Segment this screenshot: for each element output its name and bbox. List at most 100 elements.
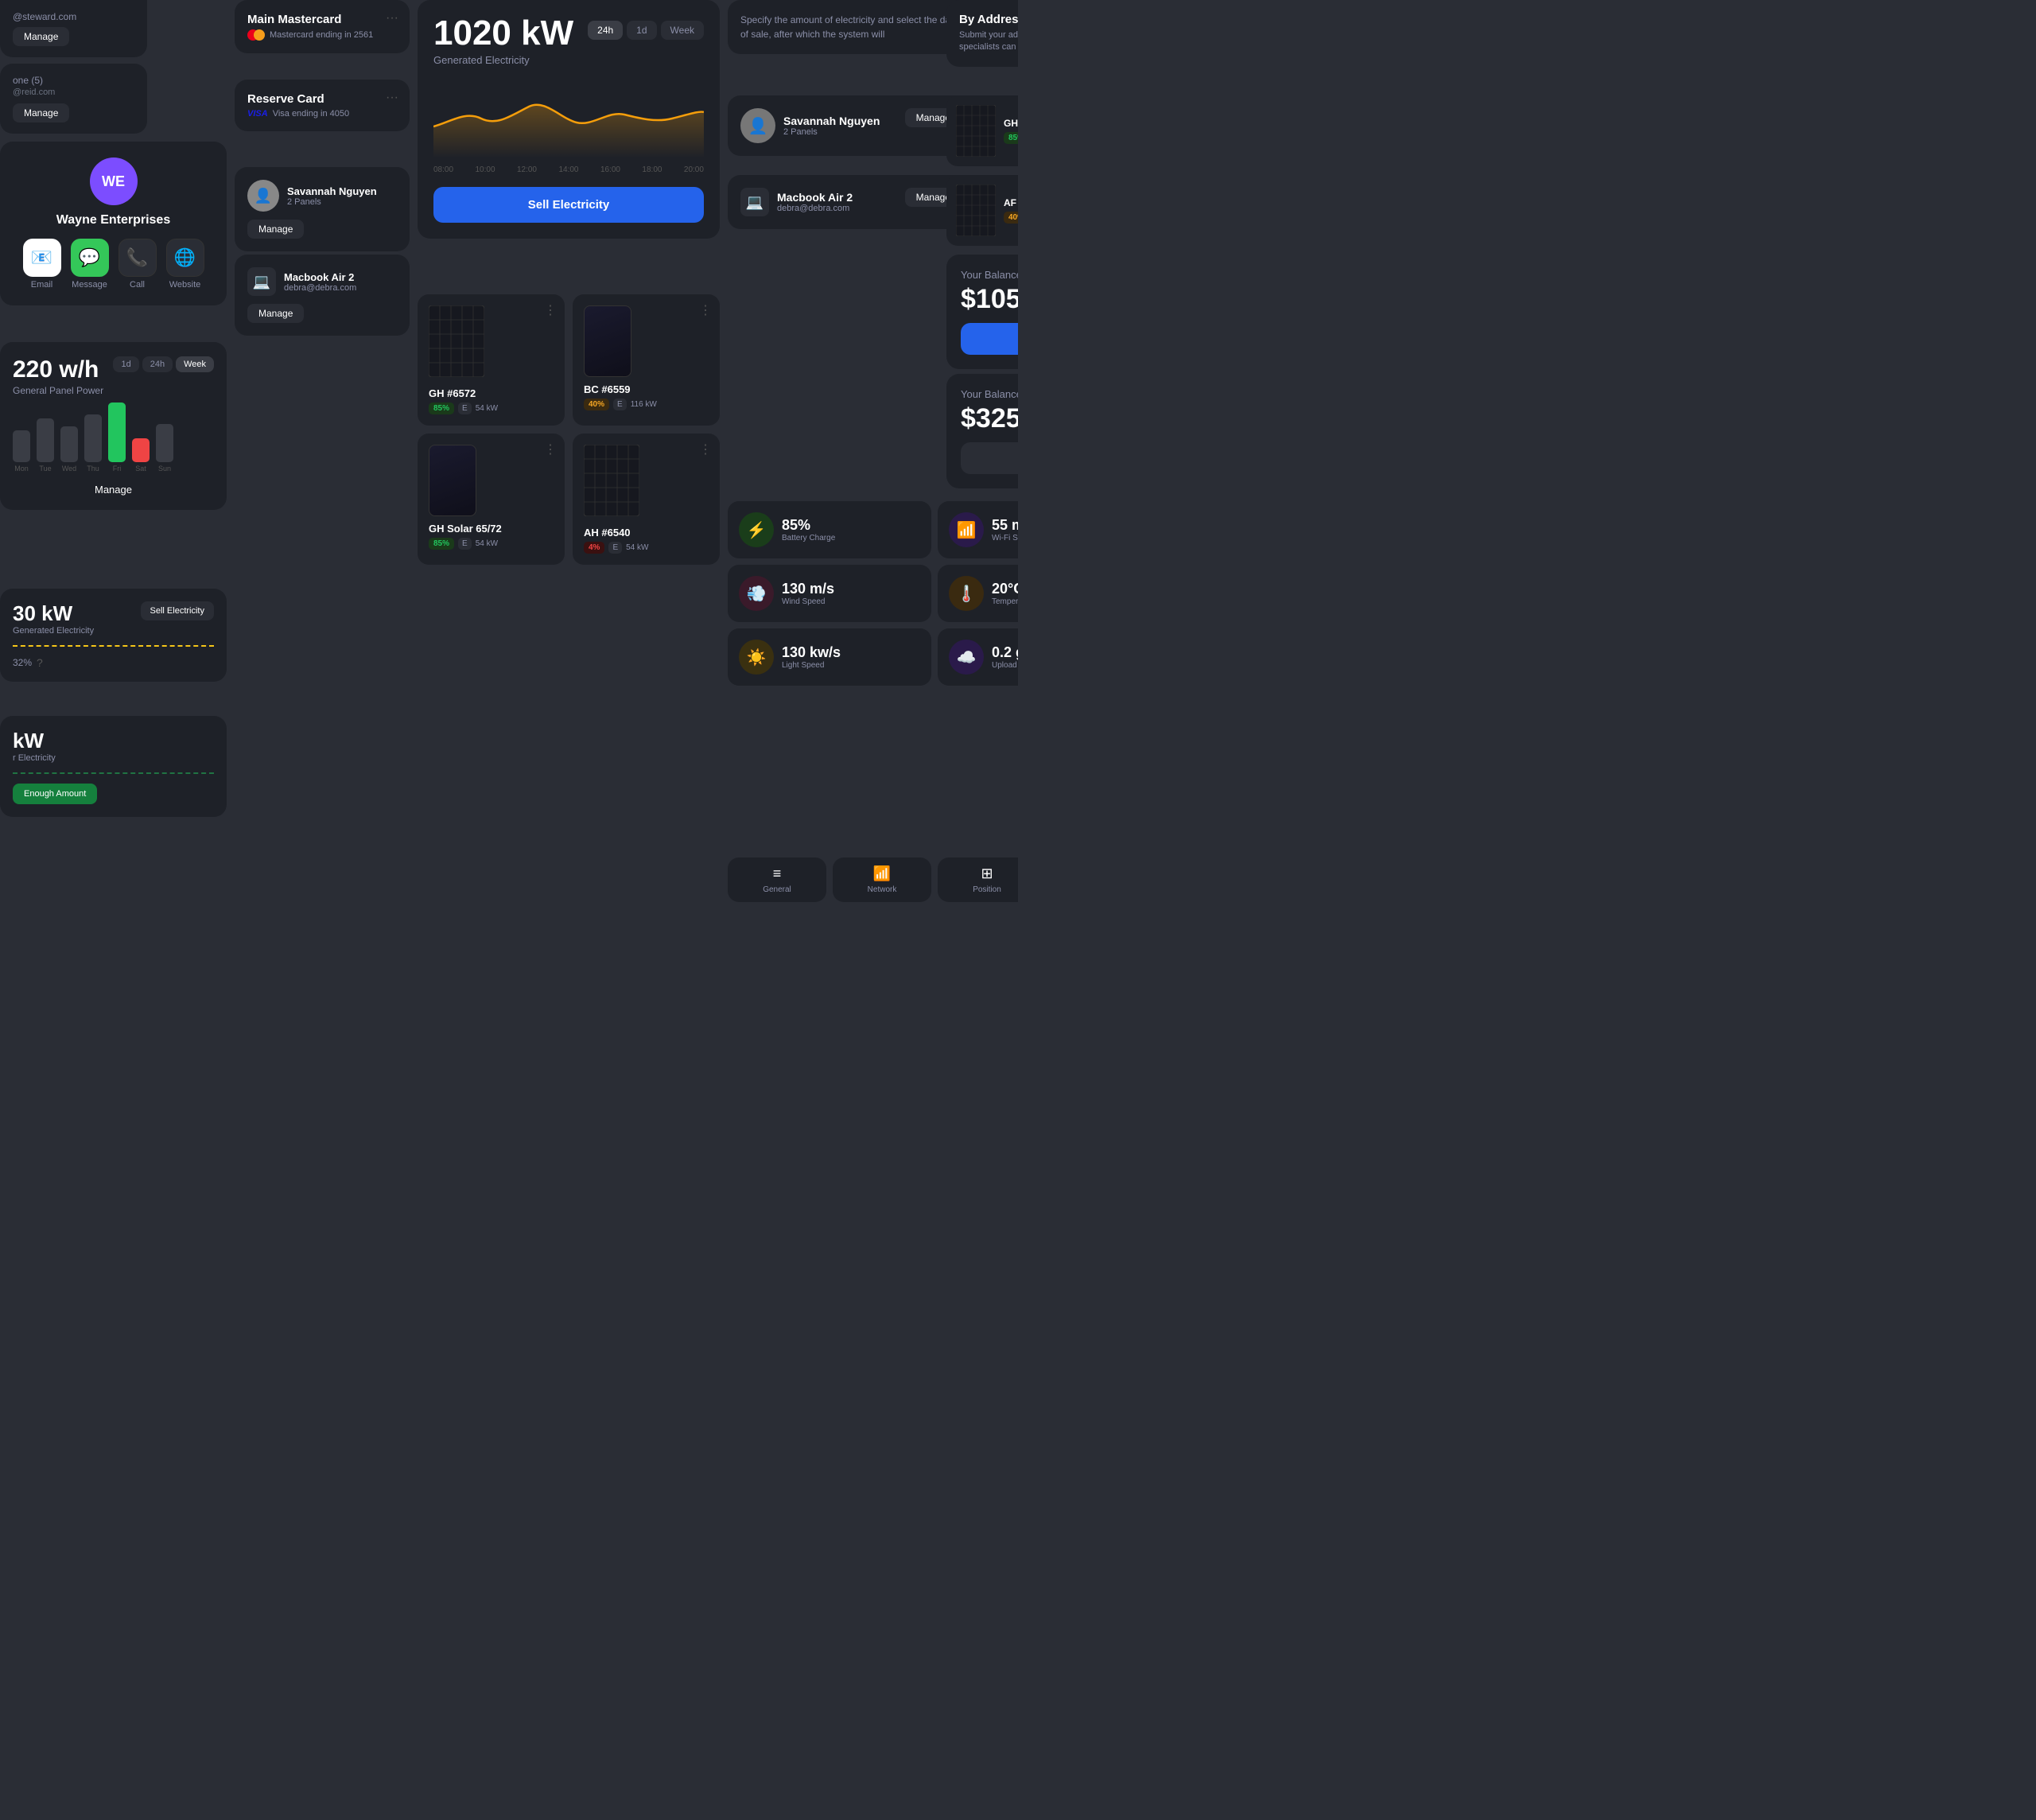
stat-wind: 💨 130 m/s Wind Speed (728, 565, 931, 622)
stat-upload: ☁️ 0.2 gb/m Upload Data (938, 628, 1018, 686)
gh6572-name: GH #6572 (429, 387, 554, 399)
tab-week[interactable]: Week (176, 356, 214, 372)
bal2-value: $325.50 (961, 403, 1018, 434)
elec-tab-week[interactable]: Week (661, 21, 704, 40)
manage-btn-1[interactable]: Manage (13, 27, 69, 46)
sell-btn-1[interactable]: Sell Electricity (141, 601, 214, 620)
ba-title: By Address (959, 13, 1018, 26)
time-20: 20:00 (684, 165, 704, 174)
sp-label-2: r Electricity (13, 753, 214, 763)
time-16: 16:00 (600, 165, 620, 174)
by-address-card: By Address Submit your address to the ci… (946, 0, 1018, 67)
af6570-img (956, 185, 996, 236)
withdraw-btn-2[interactable]: Withdraw (961, 442, 1018, 474)
nav-position-icon: ⊞ (981, 865, 993, 882)
withdraw-btn-1[interactable]: Withdraw (961, 323, 1018, 355)
power-card: 220 w/h General Panel Power 1d 24h Week … (0, 342, 227, 510)
nav-position[interactable]: ⊞ Position (938, 858, 1018, 902)
panel-ah6540: ⋮ AH #6540 4% E 54 kW (573, 434, 720, 565)
sell-electricity-btn[interactable]: Sell Electricity (433, 187, 704, 223)
stat-wind-val: 130 m/s (782, 581, 834, 597)
specify-card: Specify the amount of electricity and se… (728, 0, 974, 54)
time-14: 14:00 (558, 165, 578, 174)
stat-wifi: 📶 55 mb/s Wi-Fi Speed (938, 501, 1018, 558)
stats-grid: ⚡ 85% Battery Charge 📶 55 mb/s Wi-Fi Spe… (728, 501, 1018, 686)
ghsolar-name: GH Solar 65/72 (429, 523, 554, 535)
mastercard-card: Main Mastercard Mastercard ending in 256… (235, 0, 410, 53)
tab-24h[interactable]: 24h (142, 356, 173, 372)
page-wrapper: @steward.com Manage one (5) @reid.com Ma… (0, 0, 1018, 910)
bc6559-dots[interactable]: ⋮ (699, 302, 712, 318)
device-savannah: 👤 Savannah Nguyen 2 Panels Manage (728, 95, 974, 156)
user-email-2: @reid.com (13, 88, 134, 97)
rc-sub: Visa ending in 4050 (273, 109, 349, 119)
af6570-pct: 40% (1004, 212, 1018, 224)
macbook-card: 💻 Macbook Air 2 debra@debra.com Manage (235, 255, 410, 336)
ba-desc: Submit your address to the city where sp… (959, 29, 1018, 54)
ah6540-name: AH #6540 (584, 527, 709, 539)
stat-battery-val: 85% (782, 517, 835, 534)
panel-bc6559: ⋮ BC #6559 40% E 116 kW (573, 294, 720, 426)
ah6540-pct: 4% (584, 542, 604, 554)
bc6559-kw: 116 kW (631, 400, 657, 409)
visa-logo: VISA (247, 109, 268, 119)
dev-sv-name: Savannah Nguyen (783, 115, 880, 127)
sp-value-1: 30 kW (13, 601, 94, 626)
sv-manage[interactable]: Manage (247, 220, 304, 239)
mc-title: Main Mastercard (247, 13, 397, 26)
rc-title: Reserve Card (247, 92, 397, 106)
mb-email: debra@debra.com (284, 283, 356, 293)
elec-tab-1d[interactable]: 1d (627, 21, 656, 40)
contact-name: Wayne Enterprises (56, 213, 170, 228)
ghsolar-e: E (458, 538, 472, 550)
elec-label: Generated Electricity (433, 54, 573, 66)
stat-temp: 🌡️ 20°C Temperature (938, 565, 1018, 622)
ghsolar-pct: 85% (429, 538, 454, 550)
nav-network-label: Network (868, 885, 897, 894)
stat-light-val: 130 kw/s (782, 644, 841, 661)
sv-name: Savannah Nguyen (287, 185, 377, 197)
small-power-card-1: 30 kW Generated Electricity Sell Electri… (0, 589, 227, 682)
ah6540-dots[interactable]: ⋮ (699, 441, 712, 457)
time-12: 12:00 (517, 165, 537, 174)
mb-name: Macbook Air 2 (284, 271, 356, 283)
balance-card-1: Your Balance $1050.24 Withdraw (946, 255, 1018, 369)
mc-dots[interactable]: ··· (386, 11, 398, 25)
user-phone-2: one (5) (13, 75, 134, 86)
sp-pct-1: 32% (13, 657, 32, 668)
power-label: General Panel Power (13, 385, 103, 396)
gh6572-dots[interactable]: ⋮ (544, 302, 557, 318)
mc-sub: Mastercard ending in 2561 (270, 30, 373, 40)
call-action[interactable]: 📞 Call (119, 239, 157, 290)
time-10: 10:00 (475, 165, 495, 174)
solar-panel-img-2 (584, 445, 639, 516)
user-card-2: one (5) @reid.com Manage (0, 64, 147, 134)
sp-value-2: kW (13, 729, 214, 753)
mb-manage[interactable]: Manage (247, 304, 304, 323)
manage-link[interactable]: Manage (13, 484, 214, 496)
stat-temp-lbl: Temperature (992, 597, 1018, 606)
panel-gh6572: ⋮ GH #6572 85% E 54 kW (418, 294, 565, 426)
nav-general[interactable]: ≡ General (728, 858, 826, 902)
ghsolar-dots[interactable]: ⋮ (544, 441, 557, 457)
stat-wind-lbl: Wind Speed (782, 597, 834, 606)
panel-ghsolar6572: ⋮ GH Solar 65/72 85% E 54 kW (418, 434, 565, 565)
manage-btn-2[interactable]: Manage (13, 103, 69, 122)
website-action[interactable]: 🌐 Website (166, 239, 204, 290)
rc-dots[interactable]: ··· (386, 91, 398, 105)
message-action[interactable]: 💬 Message (71, 239, 109, 290)
email-action[interactable]: 📧 Email (23, 239, 61, 290)
stat-light: ☀️ 130 kw/s Light Speed (728, 628, 931, 686)
solar-panel-img-1 (429, 305, 484, 377)
enough-btn[interactable]: Enough Amount (13, 784, 97, 804)
nav-network[interactable]: 📶 Network (833, 858, 931, 902)
stat-upload-val: 0.2 gb/m (992, 644, 1018, 661)
tab-1d[interactable]: 1d (113, 356, 138, 372)
af6570-card: AF #6570 40% E 245 kW (946, 175, 1018, 246)
time-18: 18:00 (642, 165, 662, 174)
gh6572-e: E (458, 402, 472, 414)
elec-tab-24h[interactable]: 24h (588, 21, 623, 40)
stat-light-lbl: Light Speed (782, 661, 841, 670)
stat-battery: ⚡ 85% Battery Charge (728, 501, 931, 558)
bc6559-e: E (613, 399, 627, 410)
